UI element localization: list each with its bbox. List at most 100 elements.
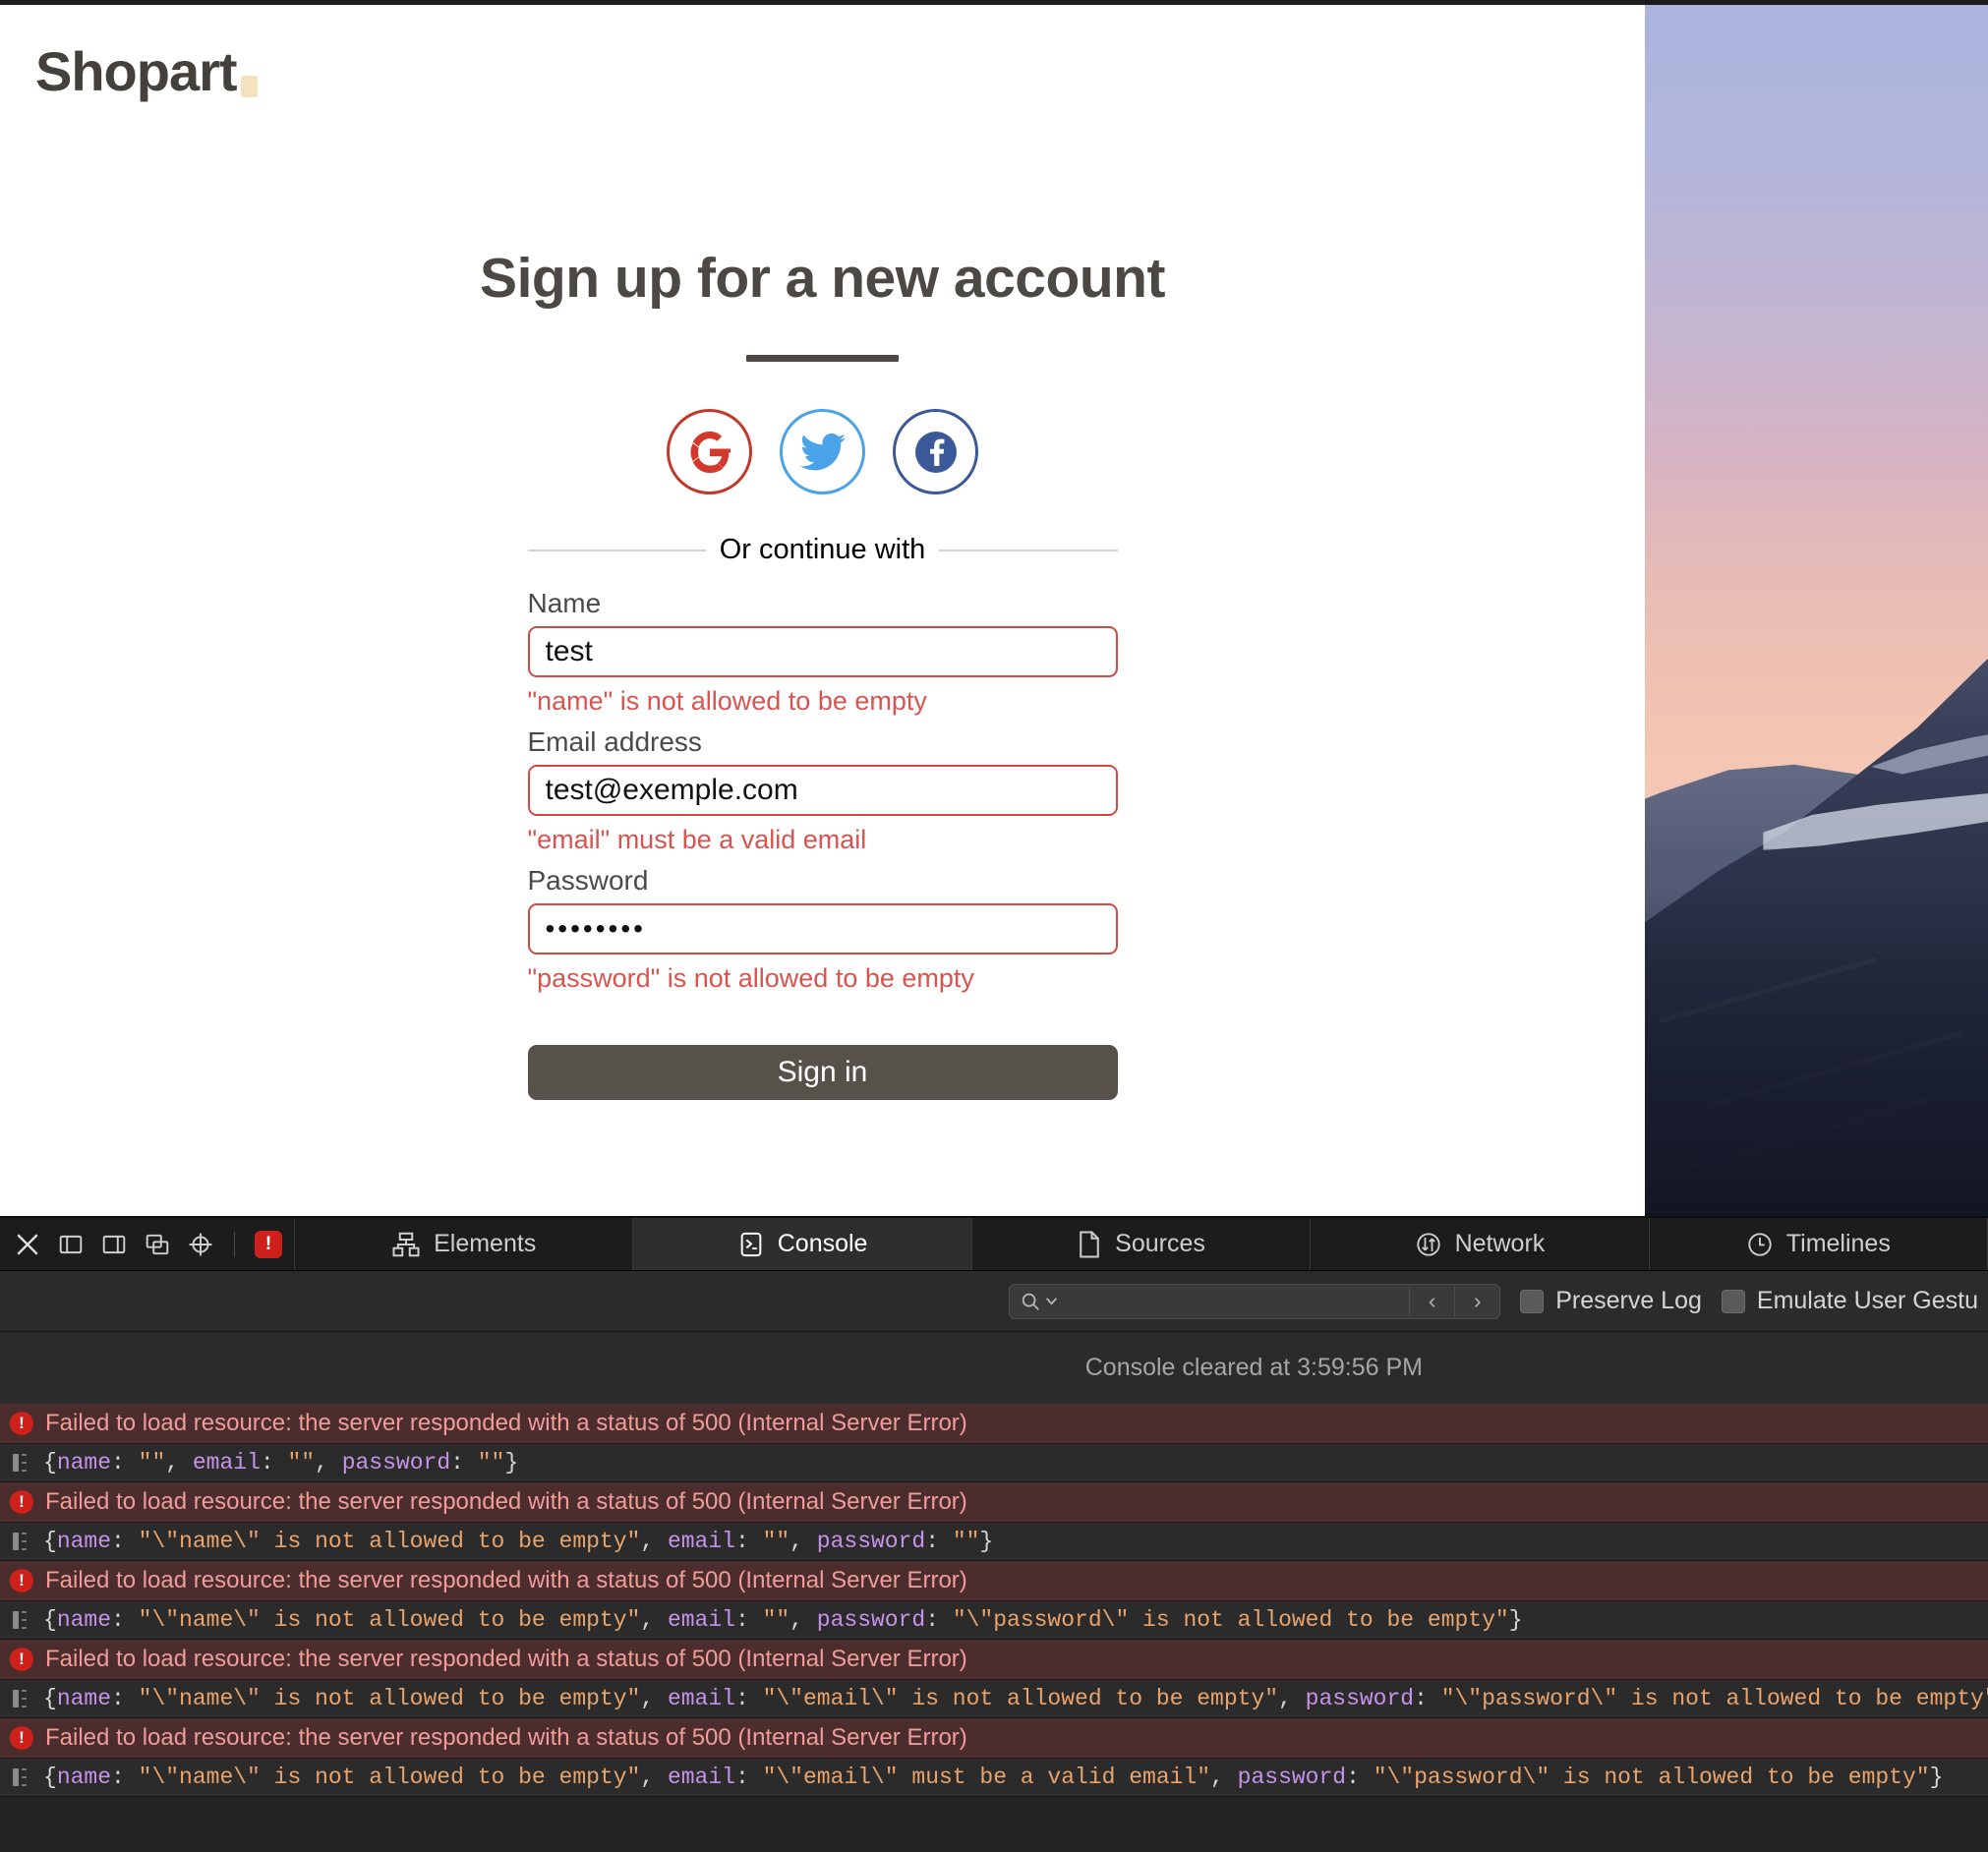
tab-label: Sources [1115, 1230, 1205, 1258]
error-icon: ! [10, 1569, 33, 1592]
form-fields: Name "name" is not allowed to be empty E… [528, 588, 1118, 1100]
hero-mountain-image [1645, 5, 1988, 1216]
inspector-toolbar: ! Elements Console Sources [0, 1218, 1988, 1271]
title-underline [746, 355, 899, 362]
log-source-icon [10, 1530, 31, 1553]
console-message-list[interactable]: Console cleared at 3:59:56 PM !Failed to… [0, 1332, 1988, 1852]
facebook-f-icon [912, 429, 960, 476]
log-source-icon [10, 1451, 31, 1475]
browser-viewport: Shopart Sign up for a new account [0, 0, 1988, 1216]
image-bottom-shade [1645, 892, 1988, 1216]
console-object-text: {name: "\"name\" is not allowed to be em… [43, 1607, 1523, 1633]
error-icon: ! [10, 1412, 33, 1435]
tab-label: Console [778, 1230, 868, 1258]
brand-name: Shopart [35, 44, 237, 99]
detach-window-icon[interactable] [144, 1231, 171, 1258]
dock-bottom-icon[interactable] [100, 1231, 128, 1258]
password-label: Password [528, 865, 1118, 897]
search-next-button[interactable]: › [1454, 1285, 1499, 1318]
error-icon: ! [10, 1726, 33, 1750]
clock-icon [1746, 1231, 1774, 1258]
console-filter-bar: ‹ › Preserve Log Emulate User Gestu [0, 1271, 1988, 1332]
twitter-bird-icon [800, 433, 846, 472]
email-input[interactable] [528, 765, 1118, 816]
console-object-text: {name: "", email: "", password: ""} [43, 1450, 518, 1476]
emulate-user-gestures-checkbox[interactable]: Emulate User Gestu [1722, 1287, 1978, 1315]
log-source-icon [10, 1608, 31, 1632]
preserve-log-checkbox[interactable]: Preserve Log [1520, 1287, 1702, 1315]
console-error-row[interactable]: ! Failed to load resource: the server res… [0, 1404, 1988, 1444]
email-label: Email address [528, 726, 1118, 758]
tab-elements[interactable]: Elements [295, 1218, 633, 1270]
google-signin-button[interactable] [667, 409, 752, 494]
console-error-row[interactable]: !Failed to load resource: the server res… [0, 1640, 1988, 1680]
password-error-message: "password" is not allowed to be empty [528, 963, 1118, 994]
close-icon[interactable] [14, 1231, 41, 1258]
console-object-text: {name: "\"name\" is not allowed to be em… [43, 1765, 1943, 1790]
email-error-message: "email" must be a valid email [528, 825, 1118, 855]
name-input[interactable] [528, 626, 1118, 677]
tab-sources[interactable]: Sources [972, 1218, 1311, 1270]
console-error-text: Failed to load resource: the server resp… [45, 1488, 967, 1516]
password-input[interactable] [528, 903, 1118, 955]
tab-console[interactable]: Console [633, 1218, 971, 1270]
error-icon: ! [10, 1648, 33, 1671]
console-object-row[interactable]: {name: "\"name\" is not allowed to be em… [0, 1759, 1988, 1797]
divider-line-right [939, 550, 1117, 551]
search-input-wrap[interactable] [1010, 1290, 1409, 1313]
name-label: Name [528, 588, 1118, 619]
tab-network[interactable]: Network [1311, 1218, 1649, 1270]
twitter-signin-button[interactable] [780, 409, 865, 494]
search-prev-button[interactable]: ‹ [1409, 1285, 1454, 1318]
toolbar-divider [234, 1232, 235, 1257]
console-search-input[interactable] [1062, 1290, 1409, 1313]
console-error-row[interactable]: ! Failed to load resource: the server res… [0, 1718, 1988, 1759]
tab-timelines[interactable]: Timelines [1650, 1218, 1988, 1270]
checkbox-box-icon [1722, 1290, 1745, 1313]
inspect-element-icon[interactable] [187, 1231, 214, 1258]
name-error-message: "name" is not allowed to be empty [528, 686, 1118, 717]
or-continue-divider: Or continue with [528, 534, 1118, 566]
console-object-text: {name: "\"name\" is not allowed to be em… [43, 1686, 1988, 1711]
brand-logo[interactable]: Shopart [35, 44, 258, 99]
tab-label: Elements [434, 1230, 536, 1258]
signup-form-container: Sign up for a new account [0, 246, 1645, 1100]
sign-in-button[interactable]: Sign in [528, 1045, 1118, 1100]
error-count-badge[interactable]: ! [255, 1231, 282, 1258]
chevron-down-icon [1045, 1295, 1058, 1307]
divider-line-left [528, 550, 706, 551]
search-icon [1020, 1291, 1041, 1312]
console-error-row[interactable]: ! Failed to load resource: the server res… [0, 1482, 1988, 1523]
tab-label: Timelines [1786, 1230, 1891, 1258]
console-object-row[interactable]: {name: "", email: "", password: ""} [0, 1444, 1988, 1482]
console-object-row[interactable]: {name: "\"name\" is not allowed to be em… [0, 1601, 1988, 1640]
google-g-icon [687, 430, 732, 475]
facebook-signin-button[interactable] [893, 409, 978, 494]
console-log-rows: ! Failed to load resource: the server res… [0, 1404, 1988, 1797]
console-object-row[interactable]: {name: "\"name\" is not allowed to be em… [0, 1523, 1988, 1561]
dock-left-icon[interactable] [57, 1231, 85, 1258]
console-error-text: Failed to load resource: the server resp… [45, 1724, 967, 1752]
emulate-gestures-label: Emulate User Gestu [1757, 1287, 1978, 1315]
signup-panel: Shopart Sign up for a new account [0, 5, 1645, 1216]
log-source-icon [10, 1765, 31, 1789]
dom-tree-icon [391, 1230, 421, 1259]
inspector-toolbar-controls: ! [0, 1218, 295, 1270]
tab-label: Network [1455, 1230, 1546, 1258]
web-inspector: ! Elements Console Sources [0, 1216, 1988, 1852]
preserve-log-label: Preserve Log [1555, 1287, 1702, 1315]
divider-label: Or continue with [720, 534, 926, 566]
checkbox-box-icon [1520, 1290, 1544, 1313]
console-error-row[interactable]: ! Failed to load resource: the server res… [0, 1561, 1988, 1601]
console-search-box[interactable]: ‹ › [1009, 1284, 1500, 1319]
console-object-text: {name: "\"name\" is not allowed to be em… [43, 1529, 993, 1554]
document-icon [1077, 1230, 1102, 1259]
console-error-text: Failed to load resource: the server resp… [45, 1567, 967, 1594]
console-error-text: Failed to load resource: the server resp… [45, 1410, 967, 1437]
console-object-row[interactable]: {name: "\"name\" is not allowed to be em… [0, 1680, 1988, 1718]
social-signin-row [667, 409, 978, 494]
console-prompt-icon [737, 1231, 765, 1258]
error-icon: ! [10, 1490, 33, 1514]
brand-dot-icon [241, 76, 258, 97]
log-source-icon [10, 1687, 31, 1710]
